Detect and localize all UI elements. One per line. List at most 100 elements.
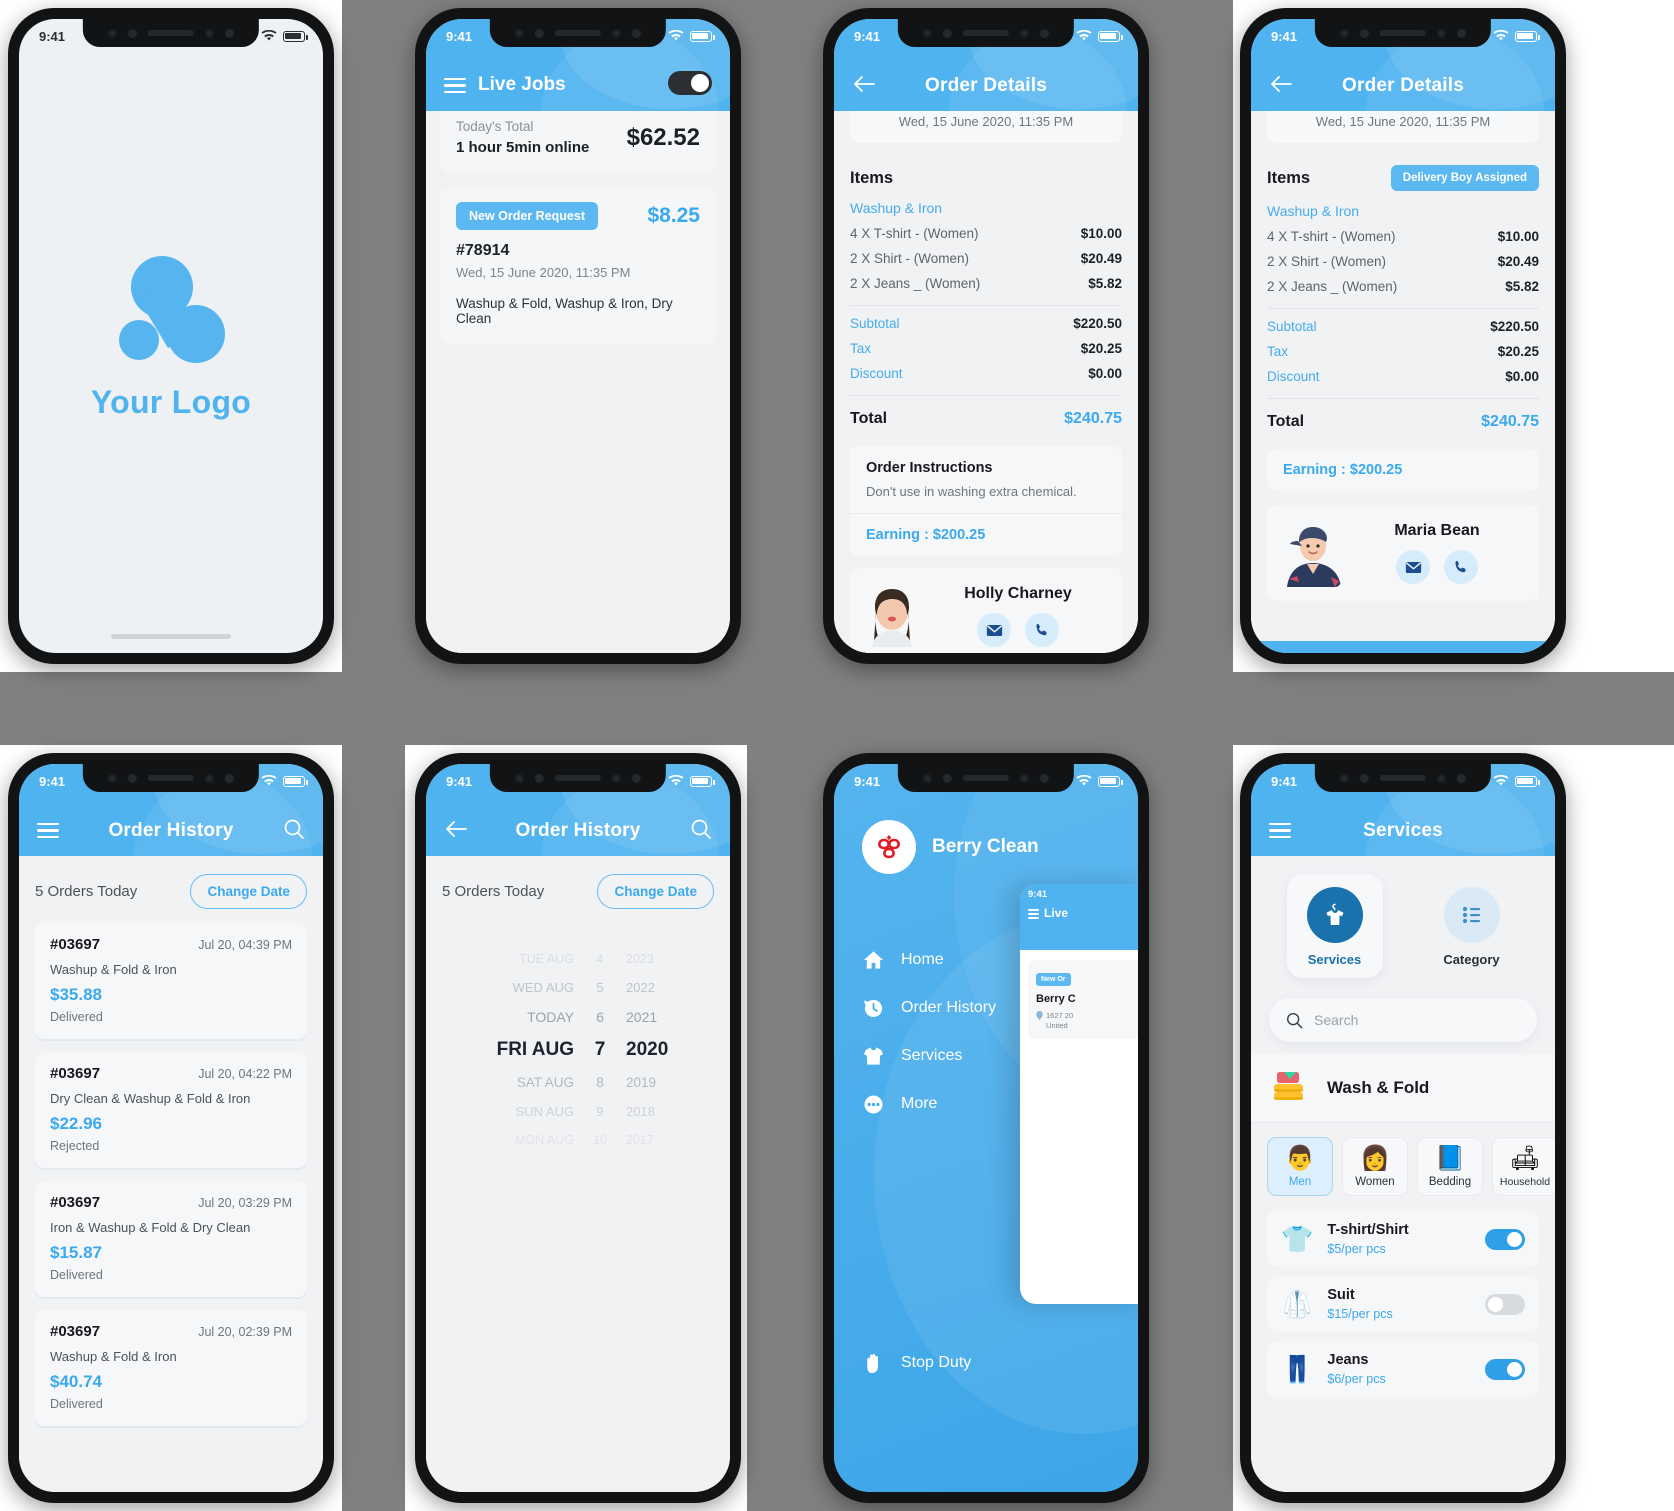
order-amount: $40.74 xyxy=(50,1372,102,1391)
status-time: 9:41 xyxy=(446,28,473,44)
day-value: WED AUG xyxy=(512,980,574,995)
sensor-icon xyxy=(535,773,544,783)
list-item[interactable]: 👖 Jeans $6/per pcs xyxy=(1267,1341,1539,1397)
date-value: 7 xyxy=(594,1039,606,1060)
table-row[interactable]: #03697 Jul 20, 03:29 PM Iron & Washup & F… xyxy=(35,1181,307,1297)
category-household[interactable]: 🛋 Household xyxy=(1492,1137,1555,1196)
date-picker-row[interactable]: TODAY 6 2021 xyxy=(426,1002,730,1032)
wifi-icon xyxy=(261,30,277,41)
stop-duty-button[interactable]: Stop Duty xyxy=(834,1352,1138,1374)
menu-icon[interactable] xyxy=(444,77,466,93)
tshirt-icon: 👕 xyxy=(1281,1224,1314,1254)
tab-category[interactable]: Category xyxy=(1424,874,1520,978)
change-date-button[interactable]: Change Date xyxy=(597,874,714,909)
call-button[interactable] xyxy=(1444,550,1478,584)
notch xyxy=(82,19,260,47)
category-men[interactable]: 👨 Men xyxy=(1267,1137,1333,1196)
item-row: 4 X T-shirt - (Women) $10.00 xyxy=(1267,229,1539,244)
search-icon[interactable] xyxy=(690,818,712,840)
screen-live-jobs: 9:41 Live Jobs You are online Today's To xyxy=(426,19,730,653)
service-group-row[interactable]: Wash & Fold xyxy=(1251,1054,1555,1123)
camera-icon xyxy=(923,28,932,38)
item-toggle[interactable] xyxy=(1485,1293,1525,1315)
menu-icon[interactable] xyxy=(37,822,59,838)
peek-screen[interactable]: 9:41 Live New Or Berry C 1627 20 United xyxy=(1020,884,1138,1304)
date-picker-row[interactable]: TUE AUG 4 2023 xyxy=(426,945,730,973)
email-button[interactable] xyxy=(977,613,1011,647)
date-picker-row[interactable]: SUN AUG 9 2018 xyxy=(426,1097,730,1126)
item-price: $5.82 xyxy=(1505,279,1539,294)
sensor-icon xyxy=(1020,773,1029,783)
man-icon: 👨 xyxy=(1285,1145,1315,1172)
search-icon[interactable] xyxy=(283,818,305,840)
mail-icon xyxy=(1405,561,1421,573)
item-desc: 2 X Jeans _ (Women) xyxy=(850,276,981,291)
sensor-icon xyxy=(535,28,544,38)
tab-label: Services xyxy=(1307,952,1362,967)
sensor-icon xyxy=(632,28,641,38)
bottom-action-bar[interactable] xyxy=(1251,641,1555,653)
call-button[interactable] xyxy=(1025,613,1059,647)
avatar xyxy=(1281,519,1341,587)
divider xyxy=(1267,398,1539,399)
date-picker-row[interactable]: MON AUG 10 2017 xyxy=(426,1126,730,1154)
peek-order-card: New Or Berry C 1627 20 United xyxy=(1028,960,1138,1040)
online-duration: 1 hour 5min online xyxy=(456,139,590,156)
new-order-card[interactable]: New Order Request $8.25 #78914 Wed, 15 J… xyxy=(440,188,716,344)
wifi-icon xyxy=(668,30,684,41)
date-picker-row[interactable]: WED AUG 5 2022 xyxy=(426,973,730,1002)
year-value: 2019 xyxy=(626,1075,657,1090)
table-row[interactable]: #03697 Jul 20, 04:39 PM Washup & Fold & I… xyxy=(35,923,307,1039)
menu-icon[interactable] xyxy=(1269,822,1291,838)
notch xyxy=(82,764,260,792)
home-indicator xyxy=(111,634,231,639)
total-label: Total xyxy=(1267,413,1305,430)
email-button[interactable] xyxy=(1396,550,1430,584)
mail-icon xyxy=(986,624,1002,636)
item-price: $5/per pcs xyxy=(1327,1242,1386,1256)
back-icon[interactable] xyxy=(1269,74,1293,94)
order-amount: $35.88 xyxy=(50,985,102,1004)
date-picker-row-selected[interactable]: FRI AUG 7 2020 xyxy=(426,1032,730,1068)
peek-address: 1627 20 United xyxy=(1036,1011,1132,1031)
category-bedding[interactable]: 📘 Bedding xyxy=(1417,1137,1483,1196)
delivery-boy-assigned-badge[interactable]: Delivery Boy Assigned xyxy=(1390,165,1539,191)
online-toggle[interactable] xyxy=(668,71,712,95)
tab-services[interactable]: Services xyxy=(1286,874,1383,978)
notch xyxy=(897,764,1075,792)
screen-services: 9:41 Services Services Category Search W… xyxy=(1251,764,1555,1492)
back-icon[interactable] xyxy=(444,819,468,839)
year-value: 2022 xyxy=(626,980,655,995)
battery-icon xyxy=(690,775,715,787)
order-id: #78914 xyxy=(456,242,510,259)
suit-icon: 🥼 xyxy=(1281,1289,1314,1319)
list-item[interactable]: 👕 T-shirt/Shirt $5/per pcs xyxy=(1267,1211,1539,1267)
list-icon xyxy=(1443,887,1500,943)
search-input[interactable]: Search xyxy=(1269,998,1537,1042)
speaker-grille xyxy=(963,775,1009,781)
order-amount: $22.96 xyxy=(50,1114,102,1133)
table-row[interactable]: #03697 Jul 20, 04:22 PM Dry Clean & Washu… xyxy=(35,1052,307,1168)
item-name: T-shirt/Shirt xyxy=(1327,1222,1409,1238)
date-value: 8 xyxy=(596,1075,604,1090)
list-item[interactable]: 🥼 Suit $15/per pcs xyxy=(1267,1276,1539,1332)
tab-label: Category xyxy=(1443,952,1500,967)
status-badge: Delivered xyxy=(50,1010,103,1024)
item-toggle[interactable] xyxy=(1485,1358,1525,1380)
date-picker-row[interactable]: SAT AUG 8 2019 xyxy=(426,1068,730,1097)
summary-row: Subtotal $220.50 xyxy=(1267,319,1539,334)
category-women[interactable]: 👩 Women xyxy=(1342,1137,1408,1196)
item-desc: 4 X T-shirt - (Women) xyxy=(850,226,979,241)
status-badge: Delivered xyxy=(50,1397,103,1411)
table-row[interactable]: #03697 Jul 20, 02:39 PM Washup & Fold & I… xyxy=(35,1310,307,1426)
total-value: $240.75 xyxy=(1064,410,1122,427)
divider xyxy=(1267,308,1539,309)
phone-order-details-assigned: 9:41 Order Details Order ID : 0456987 We… xyxy=(1240,8,1566,664)
status-time: 9:41 xyxy=(854,773,881,789)
item-toggle[interactable] xyxy=(1485,1228,1525,1250)
stop-duty-label: Stop Duty xyxy=(901,1354,972,1371)
back-icon[interactable] xyxy=(852,74,876,94)
date-picker-wheel[interactable]: TUE AUG 4 2023 WED AUG 5 2022 TODAY 6 20… xyxy=(426,923,730,1154)
change-date-button[interactable]: Change Date xyxy=(190,874,307,909)
phone-live-jobs: 9:41 Live Jobs You are online Today's To xyxy=(415,8,741,664)
